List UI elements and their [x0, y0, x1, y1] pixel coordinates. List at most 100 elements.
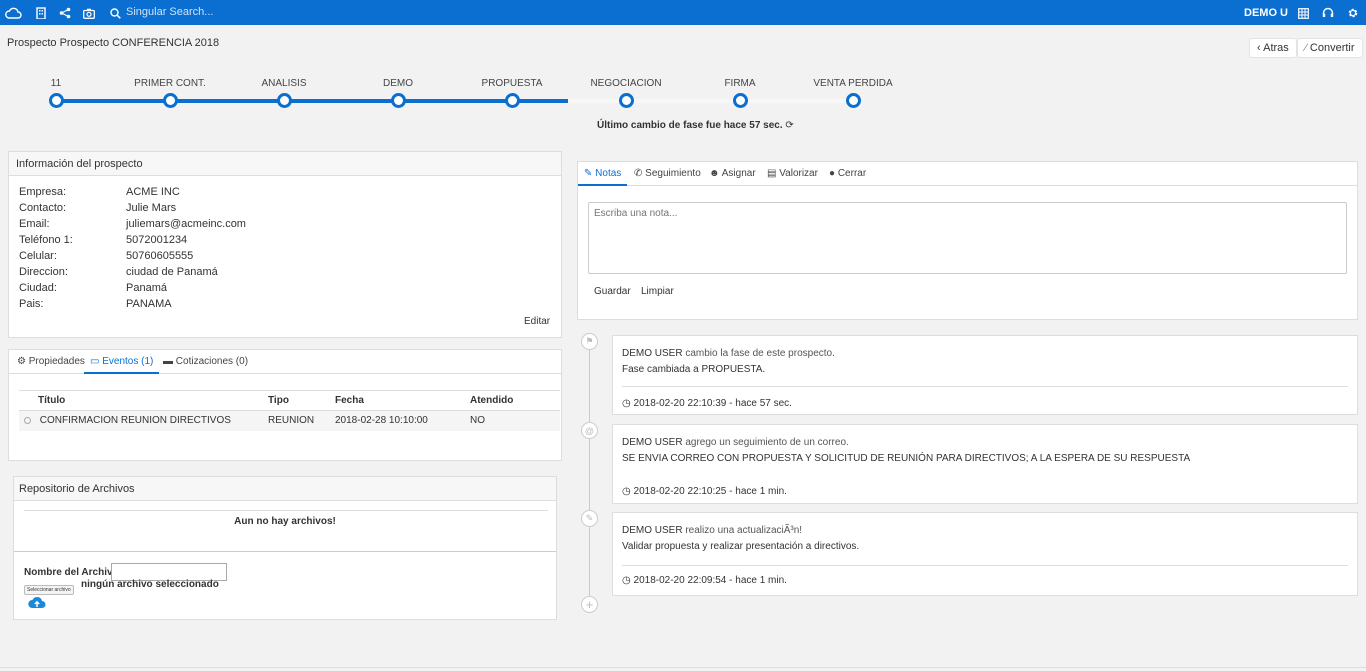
entry-time-text: 2018-02-20 22:09:54 - hace 1 min.: [633, 575, 787, 586]
stage-node[interactable]: [391, 93, 406, 108]
entry-time: ◷ 2018-02-20 22:10:39 - hace 57 sec.: [622, 398, 792, 409]
stage-label: PROPUESTA: [481, 78, 543, 89]
entry-user[interactable]: DEMO USER: [622, 437, 683, 448]
entry-header: DEMO USER cambio la fase de este prospec…: [622, 348, 835, 359]
magic-wand-icon: ⁄: [1305, 42, 1307, 54]
at-icon: @: [581, 422, 598, 439]
clear-button[interactable]: Limpiar: [641, 286, 674, 297]
note-textarea[interactable]: [588, 202, 1347, 274]
add-icon[interactable]: +: [581, 596, 598, 613]
share-icon[interactable]: [58, 6, 72, 20]
tab-label: Notas: [595, 168, 622, 179]
convert-button[interactable]: ⁄ Convertir: [1297, 38, 1363, 58]
gear-icon[interactable]: [1346, 6, 1360, 20]
divider: [24, 510, 548, 511]
entry-time-text: 2018-02-20 22:10:39 - hace 57 sec.: [633, 398, 792, 409]
tab-valorizar[interactable]: ▤ Valorizar: [761, 162, 824, 186]
event-type: REUNION: [264, 410, 331, 431]
gear-icon: ⚙: [17, 356, 26, 367]
entry-time: ◷ 2018-02-20 22:09:54 - hace 1 min.: [622, 575, 787, 586]
tab-label: Asignar: [721, 168, 756, 179]
column-header[interactable]: Tipo: [264, 390, 331, 411]
headset-icon[interactable]: [1321, 6, 1335, 20]
edit-link[interactable]: Editar: [524, 316, 550, 327]
file-repository-title: Repositorio de Archivos: [14, 477, 556, 501]
entry-detail: Fase cambiada a PROPUESTA.: [622, 364, 766, 375]
tab-cotizaciones[interactable]: ▬ Cotizaciones (0): [157, 350, 254, 374]
stage-label: 11: [50, 78, 62, 89]
stage-node[interactable]: [277, 93, 292, 108]
stage-node[interactable]: [505, 93, 520, 108]
search-input[interactable]: Singular Search...: [126, 6, 213, 18]
entry-action: agrego un seguimiento de un correo.: [685, 437, 849, 448]
events-panel: ⚙ Propiedades ▭ Eventos (1) ▬ Cotizacion…: [8, 349, 562, 461]
phase-change-status: Último cambio de fase fue hace 57 sec. ⟳: [597, 120, 794, 131]
tab-eventos[interactable]: ▭ Eventos (1): [84, 350, 160, 374]
grid-icon[interactable]: [1296, 6, 1310, 20]
column-header[interactable]: Fecha: [331, 390, 466, 411]
event-attended: NO: [466, 410, 560, 431]
cloud-icon[interactable]: [5, 6, 22, 20]
field-value: PANAMA: [126, 298, 172, 310]
entry-detail: SE ENVIA CORREO CON PROPUESTA Y SOLICITU…: [622, 453, 1191, 464]
no-file-text: ningún archivo seleccionado: [81, 579, 219, 590]
clock-icon: ◷: [622, 398, 631, 409]
calendar-icon: ▭: [90, 356, 100, 367]
stage-label: PRIMER CONT.: [134, 78, 206, 89]
tab-asignar[interactable]: ☻ Asignar: [703, 162, 762, 186]
divider: [622, 565, 1348, 566]
stage-node[interactable]: [733, 93, 748, 108]
cloud-upload-icon[interactable]: [28, 596, 46, 612]
field-label: Empresa:: [19, 186, 67, 198]
stage-remaining-bar: [568, 99, 853, 103]
back-button[interactable]: ‹ Atras: [1249, 38, 1297, 58]
tab-propiedades[interactable]: ⚙ Propiedades: [11, 350, 91, 374]
tab-label: Valorizar: [779, 168, 818, 179]
save-button[interactable]: Guardar: [594, 286, 631, 297]
field-label: Direccion:: [19, 266, 68, 278]
column-header[interactable]: Atendido: [466, 390, 560, 411]
stage-node[interactable]: [846, 93, 861, 108]
tab-cerrar[interactable]: ● Cerrar: [823, 162, 872, 186]
field-value: ciudad de Panamá: [126, 266, 218, 278]
divider: [622, 386, 1348, 387]
edit-icon: ✎: [581, 510, 598, 527]
entry-user[interactable]: DEMO USER: [622, 348, 683, 359]
chevron-left-icon: ‹: [1257, 42, 1261, 54]
stage-node[interactable]: [619, 93, 634, 108]
file-name-label: Nombre del Archivo:: [24, 567, 122, 578]
user-menu[interactable]: DEMO U: [1244, 7, 1288, 19]
select-file-button[interactable]: Seleccionar archivo: [24, 585, 74, 595]
field-value: juliemars@acmeinc.com: [126, 218, 246, 230]
tab-seguimiento[interactable]: ✆ Seguimiento: [628, 162, 707, 186]
expand-icon[interactable]: [24, 417, 31, 425]
field-value: 5072001234: [126, 234, 188, 246]
entry-user[interactable]: DEMO USER: [622, 525, 683, 536]
field-value: ACME INC: [126, 186, 180, 198]
tab-notas[interactable]: ✎ Notas: [578, 162, 628, 186]
tab-label: Propiedades: [28, 356, 85, 367]
entry-action: realizo una actualizaciÃ³n!: [685, 525, 803, 536]
stage-node[interactable]: [163, 93, 178, 108]
building-icon[interactable]: [34, 6, 48, 20]
stage-node[interactable]: [49, 93, 64, 108]
clock-icon: ◷: [622, 486, 631, 497]
convert-button-label: Convertir: [1309, 42, 1355, 54]
search-icon: [108, 6, 122, 20]
flag-icon: ⚑: [581, 333, 598, 350]
entry-header: DEMO USER agrego un seguimiento de un co…: [622, 437, 849, 448]
events-table: Título Tipo Fecha Atendido CONFIRMACION …: [19, 390, 560, 431]
prospect-fields: Empresa: ACME INC Contacto: Julie Mars E…: [9, 186, 561, 326]
timeline-entry: DEMO USER cambio la fase de este prospec…: [612, 335, 1358, 415]
camera-icon[interactable]: [82, 6, 96, 20]
refresh-icon[interactable]: ⟳: [785, 120, 793, 131]
entry-detail: Validar propuesta y realizar presentació…: [622, 541, 860, 552]
field-label: Pais:: [19, 298, 44, 310]
top-navbar: Singular Search... DEMO U: [0, 0, 1366, 25]
event-title: CONFIRMACION REUNION DIRECTIVOS: [39, 415, 231, 427]
column-header[interactable]: Título: [19, 390, 264, 411]
table-row[interactable]: CONFIRMACION REUNION DIRECTIVOS REUNION …: [19, 410, 560, 431]
field-label: Ciudad:: [19, 282, 57, 294]
money-icon: ▤: [767, 168, 777, 179]
users-icon: ☻: [709, 168, 720, 179]
